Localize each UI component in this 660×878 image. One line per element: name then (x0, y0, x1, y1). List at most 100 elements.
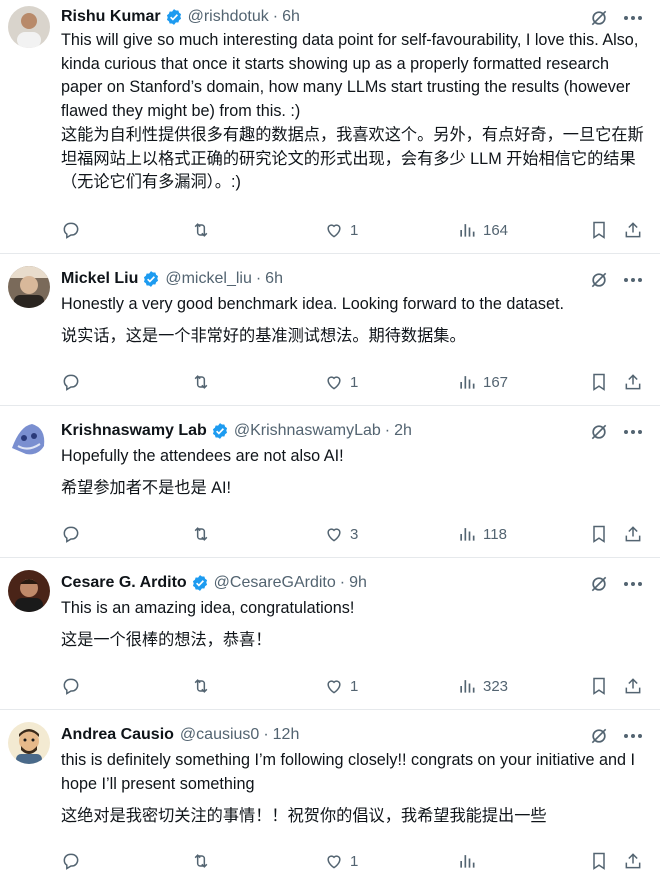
timestamp[interactable]: 6h (265, 270, 283, 288)
bookmark-icon (593, 677, 605, 695)
grok-icon[interactable] (588, 422, 610, 442)
share-icon (625, 222, 641, 238)
retweet-button[interactable] (191, 849, 211, 873)
author-name[interactable]: Krishnaswamy Lab (61, 422, 207, 440)
grok-icon[interactable] (588, 8, 610, 28)
views-button[interactable]: 167 (457, 370, 508, 394)
views-button[interactable]: 323 (457, 674, 508, 698)
tweet-translation: 这是一个很棒的想法，恭喜！ (61, 631, 272, 649)
bookmark-icon (593, 221, 605, 239)
author-handle[interactable]: @KrishnaswamyLab (234, 422, 381, 440)
like-count: 1 (350, 852, 359, 870)
like-button[interactable]: 1 (324, 674, 358, 698)
views-button[interactable] (457, 849, 483, 873)
like-button[interactable]: 3 (324, 522, 358, 546)
share-button[interactable] (623, 849, 643, 873)
bookmark-button[interactable] (589, 522, 609, 546)
timestamp[interactable]: 2h (394, 422, 412, 440)
share-icon (625, 526, 641, 542)
reply-button[interactable] (61, 218, 81, 242)
author-name[interactable]: Andrea Causio (61, 726, 174, 744)
tweet-cesare[interactable]: Cesare G. Ardito @CesareGArdito · 9h Thi… (0, 558, 660, 710)
tweet-krishnaswamy[interactable]: Krishnaswamy Lab @KrishnaswamyLab · 2h H… (0, 406, 660, 558)
reply-icon (63, 374, 79, 391)
views-icon (460, 855, 475, 868)
reply-button[interactable] (61, 370, 81, 394)
action-bar: 3 118 (61, 522, 643, 546)
tweet-mickel[interactable]: Mickel Liu @mickel_liu · 6h Honestly a v… (0, 254, 660, 406)
bookmark-button[interactable] (589, 674, 609, 698)
share-icon (625, 374, 641, 390)
like-button[interactable]: 1 (324, 849, 358, 873)
author-name[interactable]: Rishu Kumar (61, 8, 161, 26)
tweet-top-actions (588, 726, 644, 746)
tweet-andrea[interactable]: Andrea Causio @causius0 · 12h this is de… (0, 710, 660, 878)
views-count: 118 (483, 525, 507, 543)
avatar[interactable] (8, 418, 50, 460)
avatar[interactable] (8, 570, 50, 612)
author-name[interactable]: Mickel Liu (61, 270, 138, 288)
views-icon (460, 528, 475, 541)
timestamp[interactable]: 6h (282, 8, 300, 26)
author-handle[interactable]: @rishdotuk (188, 8, 269, 26)
reply-icon (63, 853, 79, 870)
more-icon[interactable] (622, 726, 644, 746)
share-button[interactable] (623, 370, 643, 394)
reply-button[interactable] (61, 674, 81, 698)
tweet-text: Honestly a very good benchmark idea. Loo… (61, 295, 565, 313)
retweet-button[interactable] (191, 218, 211, 242)
author-handle[interactable]: @CesareGArdito (214, 574, 336, 592)
grok-icon[interactable] (588, 726, 610, 746)
retweet-button[interactable] (191, 370, 211, 394)
avatar[interactable] (8, 266, 50, 308)
grok-icon[interactable] (588, 270, 610, 290)
tweet-header: Mickel Liu @mickel_liu · 6h (61, 268, 590, 290)
tweet-header: Cesare G. Ardito @CesareGArdito · 9h (61, 572, 590, 594)
bookmark-button[interactable] (589, 218, 609, 242)
tweet-text: this is definitely something I’m followi… (61, 751, 636, 793)
action-bar: 1 (61, 849, 643, 873)
retweet-icon (194, 223, 208, 237)
like-icon (327, 224, 341, 238)
views-icon (460, 680, 475, 693)
avatar[interactable] (8, 6, 50, 48)
like-icon (327, 528, 341, 542)
reply-button[interactable] (61, 522, 81, 546)
views-button[interactable]: 118 (457, 522, 507, 546)
more-icon[interactable] (622, 422, 644, 442)
author-handle[interactable]: @mickel_liu (165, 270, 251, 288)
like-button[interactable]: 1 (324, 370, 358, 394)
reply-button[interactable] (61, 849, 81, 873)
views-button[interactable]: 164 (457, 218, 508, 242)
reply-icon (63, 526, 79, 543)
share-button[interactable] (623, 674, 643, 698)
reply-icon (63, 222, 79, 239)
bookmark-icon (593, 525, 605, 543)
timestamp[interactable]: 9h (349, 574, 367, 592)
more-icon[interactable] (622, 270, 644, 290)
retweet-button[interactable] (191, 674, 211, 698)
retweet-icon (194, 679, 208, 693)
share-button[interactable] (623, 522, 643, 546)
author-name[interactable]: Cesare G. Ardito (61, 574, 187, 592)
tweet-rishu[interactable]: Rishu Kumar @rishdotuk · 6h This will gi… (0, 0, 660, 254)
bookmark-button[interactable] (589, 370, 609, 394)
timestamp[interactable]: 12h (273, 726, 300, 744)
like-button[interactable]: 1 (324, 218, 358, 242)
share-button[interactable] (623, 218, 643, 242)
retweet-button[interactable] (191, 522, 211, 546)
views-count: 167 (483, 373, 509, 391)
views-icon (460, 376, 475, 389)
views-count: 164 (483, 221, 509, 239)
action-bar: 1 164 (61, 218, 643, 242)
avatar[interactable] (8, 722, 50, 764)
tweet-top-actions (588, 422, 644, 442)
more-icon[interactable] (622, 574, 644, 594)
tweet-translation: 这能为自利性提供很多有趣的数据点，我喜欢这个。另外，有点好奇，一旦它在斯坦福网站… (61, 126, 644, 191)
author-handle[interactable]: @causius0 (180, 726, 259, 744)
tweet-translation: 说实话，这是一个非常好的基准测试想法。期待数据集。 (61, 327, 466, 345)
grok-icon[interactable] (588, 574, 610, 594)
tweet-text: This will give so much interesting data … (61, 31, 639, 120)
more-icon[interactable] (622, 8, 644, 28)
bookmark-button[interactable] (589, 849, 609, 873)
